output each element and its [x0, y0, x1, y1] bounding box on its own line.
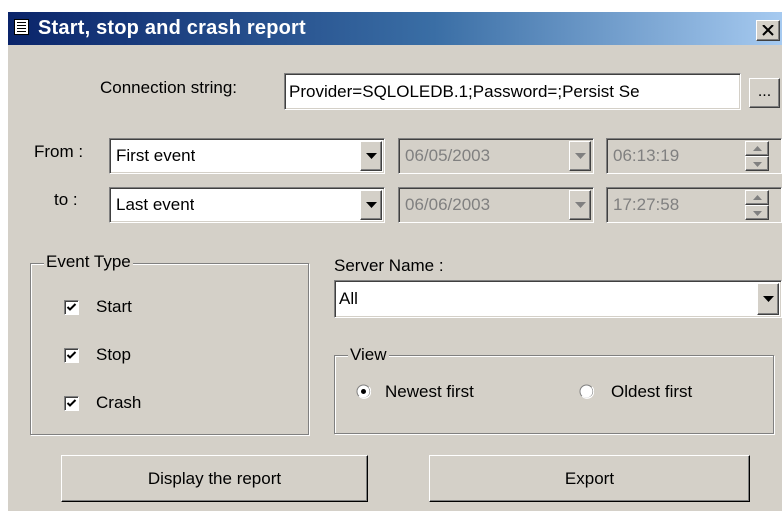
chevron-down-icon	[366, 153, 377, 159]
to-date-dropdown-button[interactable]	[569, 190, 591, 220]
to-event-value: Last event	[116, 195, 195, 214]
server-name-dropdown-button[interactable]	[757, 283, 779, 315]
from-event-select[interactable]: First event	[109, 138, 385, 174]
view-legend: View	[348, 345, 389, 365]
chevron-down-icon	[763, 296, 774, 302]
to-time-spin-up[interactable]	[745, 190, 769, 205]
spin-down-icon	[753, 162, 762, 167]
crash-checkbox-label[interactable]: Crash	[96, 393, 141, 413]
to-event-dropdown-button[interactable]	[360, 190, 382, 220]
from-time-spin-down[interactable]	[745, 156, 769, 171]
display-report-button-label: Display the report	[147, 468, 282, 488]
from-event-value: First event	[116, 146, 196, 165]
spin-down-icon	[753, 211, 762, 216]
to-event-select[interactable]: Last event	[109, 187, 385, 223]
window-title: Start, stop and crash report	[38, 17, 306, 39]
chevron-down-icon	[575, 153, 586, 159]
connection-string-input[interactable]: Provider=SQLOLEDB.1;Password=;Persist Se	[284, 73, 741, 110]
to-date-value: 06/06/2003	[405, 195, 491, 214]
server-name-select[interactable]: All	[334, 280, 782, 318]
title-bar[interactable]: Start, stop and crash report	[8, 12, 782, 45]
newest-first-label[interactable]: Newest first	[385, 382, 474, 402]
chevron-down-icon	[575, 202, 586, 208]
chevron-down-icon	[366, 202, 377, 208]
checkmark-icon	[66, 399, 77, 407]
from-label: From :	[34, 142, 84, 161]
browse-button[interactable]: ...	[749, 78, 780, 108]
report-dialog: Start, stop and crash report Connection …	[8, 12, 782, 511]
start-checkbox-label[interactable]: Start	[96, 297, 132, 317]
server-name-value: All	[339, 289, 358, 308]
connection-string-value: Provider=SQLOLEDB.1;Password=;Persist Se	[289, 81, 640, 101]
stop-checkbox[interactable]	[64, 348, 79, 363]
start-checkbox[interactable]	[64, 300, 79, 315]
report-icon	[14, 19, 29, 35]
from-event-dropdown-button[interactable]	[360, 141, 382, 171]
from-time-value: 06:13:19	[613, 146, 680, 165]
to-time-picker[interactable]: 17:27:58	[606, 187, 782, 223]
checkmark-icon	[66, 303, 77, 311]
oldest-first-radio[interactable]	[579, 384, 594, 399]
stop-checkbox-label[interactable]: Stop	[96, 345, 131, 365]
export-button[interactable]: Export	[429, 455, 750, 502]
export-button-label: Export	[564, 468, 615, 488]
spin-up-icon	[753, 195, 762, 200]
to-label: to :	[54, 190, 78, 209]
spin-up-icon	[753, 146, 762, 151]
to-date-picker[interactable]: 06/06/2003	[398, 187, 594, 223]
browse-button-label: ...	[757, 83, 772, 100]
event-type-legend: Event Type	[44, 252, 133, 272]
to-time-value: 17:27:58	[613, 195, 680, 214]
from-date-dropdown-button[interactable]	[569, 141, 591, 171]
connection-string-label: Connection string:	[100, 78, 238, 97]
crash-checkbox[interactable]	[64, 396, 79, 411]
checkmark-icon	[66, 351, 77, 359]
from-time-picker[interactable]: 06:13:19	[606, 138, 782, 174]
display-report-button[interactable]: Display the report	[61, 455, 368, 502]
to-time-spin-down[interactable]	[745, 205, 769, 220]
close-button[interactable]	[756, 20, 780, 41]
newest-first-radio[interactable]	[356, 384, 371, 399]
close-icon	[762, 25, 774, 36]
server-name-label: Server Name :	[334, 256, 444, 275]
from-date-picker[interactable]: 06/05/2003	[398, 138, 594, 174]
oldest-first-label[interactable]: Oldest first	[611, 382, 692, 402]
from-date-value: 06/05/2003	[405, 146, 491, 165]
from-time-spin-up[interactable]	[745, 141, 769, 156]
